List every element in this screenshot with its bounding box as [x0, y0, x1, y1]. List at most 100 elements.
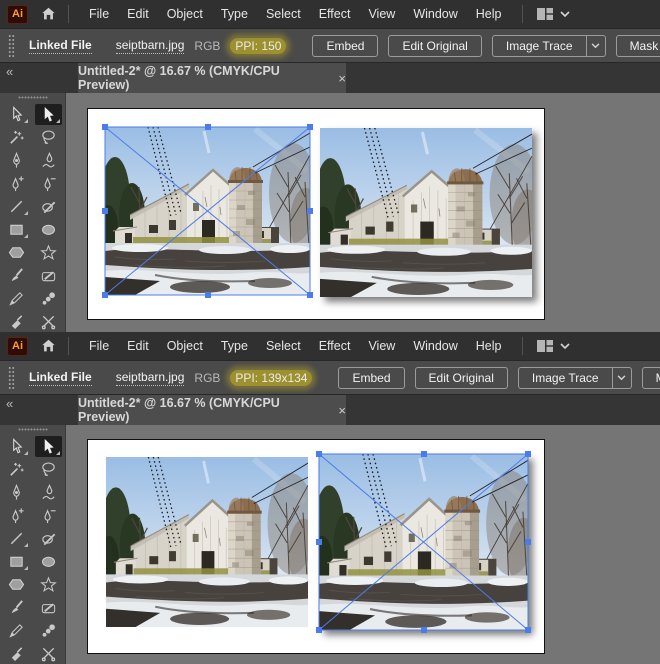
artboard[interactable] — [87, 108, 545, 320]
tool-rectangle[interactable] — [3, 219, 30, 240]
tool-curvature[interactable] — [35, 482, 62, 503]
tool-line-segment[interactable] — [3, 528, 30, 549]
menu-effect[interactable]: Effect — [310, 7, 360, 21]
placed-image-left[interactable] — [106, 457, 308, 627]
document-tab[interactable]: Untitled-2* @ 16.67 % (CMYK/CPU Preview)… — [78, 63, 346, 93]
tool-pen[interactable] — [3, 482, 30, 503]
tool-direct-selection[interactable] — [35, 436, 62, 457]
toolbar-drag-handle[interactable] — [17, 428, 48, 431]
tools-panel — [0, 425, 66, 664]
edit-original-button[interactable]: Edit Original — [388, 34, 482, 57]
tool-delete-anchor-point[interactable] — [35, 173, 62, 194]
tool-line-segment[interactable] — [3, 196, 30, 217]
ellipse-icon — [40, 221, 57, 238]
placed-image-left-selected[interactable] — [102, 124, 313, 298]
tool-smooth[interactable] — [35, 265, 62, 286]
menu-object[interactable]: Object — [158, 7, 212, 21]
tool-ellipse[interactable] — [35, 219, 62, 240]
tool-add-anchor-point[interactable] — [3, 505, 30, 526]
menu-help[interactable]: Help — [467, 7, 511, 21]
tool-lasso[interactable] — [35, 127, 62, 148]
menu-help[interactable]: Help — [467, 339, 511, 353]
menu-effect[interactable]: Effect — [310, 339, 360, 353]
tool-direct-selection[interactable] — [35, 104, 62, 125]
edit-original-button[interactable]: Edit Original — [414, 366, 508, 389]
tool-star[interactable] — [35, 574, 62, 595]
canvas-pasteboard[interactable] — [66, 425, 660, 664]
tool-lasso[interactable] — [35, 459, 62, 480]
tool-blob-brush[interactable] — [35, 620, 62, 641]
menu-edit[interactable]: Edit — [118, 7, 158, 21]
home-button[interactable] — [40, 6, 57, 22]
illustrator-logo[interactable]: Ai — [7, 4, 28, 24]
panel-drag-handle[interactable] — [8, 365, 15, 390]
tab-close-icon[interactable]: × — [338, 403, 346, 418]
image-trace-button[interactable]: Image Trace — [517, 366, 613, 389]
menu-file[interactable]: File — [80, 7, 118, 21]
placed-image-right[interactable] — [320, 128, 532, 297]
menu-window[interactable]: Window — [404, 7, 466, 21]
tool-pencil[interactable] — [3, 288, 30, 309]
embed-button[interactable]: Embed — [312, 34, 379, 57]
tool-pen[interactable] — [3, 150, 30, 171]
linked-filename[interactable]: seiptbarn.jpg — [115, 370, 185, 386]
image-trace-dropdown[interactable] — [586, 34, 606, 57]
menu-view[interactable]: View — [359, 339, 404, 353]
tool-shaper[interactable] — [35, 196, 62, 217]
tool-star[interactable] — [35, 242, 62, 263]
tool-rectangle[interactable] — [3, 551, 30, 572]
tool-selection[interactable] — [3, 104, 30, 125]
tool-ellipse[interactable] — [35, 551, 62, 572]
mask-button[interactable]: Mask — [615, 34, 660, 57]
menu-type[interactable]: Type — [212, 339, 257, 353]
tool-smooth[interactable] — [35, 597, 62, 618]
tool-knife[interactable] — [3, 311, 30, 332]
toolbar-collapse-button[interactable]: « — [6, 64, 13, 79]
linked-file-label[interactable]: Linked File — [29, 38, 92, 54]
menu-type[interactable]: Type — [212, 7, 257, 21]
tool-knife[interactable] — [3, 643, 30, 664]
tool-paintbrush[interactable] — [3, 265, 30, 286]
tool-selection[interactable] — [3, 436, 30, 457]
main-menu: File Edit Object Type Select Effect View… — [80, 7, 511, 21]
workspace-switcher[interactable] — [536, 7, 570, 21]
workspace-switcher[interactable] — [536, 339, 570, 353]
image-trace-dropdown[interactable] — [612, 366, 632, 389]
canvas-pasteboard[interactable] — [66, 93, 660, 332]
tool-shaper[interactable] — [35, 528, 62, 549]
tool-pencil[interactable] — [3, 620, 30, 641]
tool-magic-wand[interactable] — [3, 459, 30, 480]
home-button[interactable] — [40, 338, 57, 354]
placed-image-right-selected[interactable] — [316, 451, 531, 633]
toolbar-collapse-button[interactable]: « — [6, 396, 13, 411]
tool-magic-wand[interactable] — [3, 127, 30, 148]
tab-close-icon[interactable]: × — [338, 71, 346, 86]
document-tab[interactable]: Untitled-2* @ 16.67 % (CMYK/CPU Preview)… — [78, 395, 346, 425]
artboard[interactable] — [87, 439, 545, 654]
linked-filename[interactable]: seiptbarn.jpg — [115, 38, 185, 54]
menu-window[interactable]: Window — [404, 339, 466, 353]
tool-paintbrush[interactable] — [3, 597, 30, 618]
document-tab-title: Untitled-2* @ 16.67 % (CMYK/CPU Preview) — [78, 64, 280, 92]
menu-select[interactable]: Select — [257, 7, 310, 21]
embed-button[interactable]: Embed — [338, 366, 405, 389]
toolbar-drag-handle[interactable] — [17, 96, 48, 99]
tool-scissors[interactable] — [35, 311, 62, 332]
tool-curvature[interactable] — [35, 150, 62, 171]
mask-button[interactable]: Mask — [641, 366, 660, 389]
image-trace-button[interactable]: Image Trace — [491, 34, 587, 57]
menu-edit[interactable]: Edit — [118, 339, 158, 353]
tool-delete-anchor-point[interactable] — [35, 505, 62, 526]
illustrator-logo[interactable]: Ai — [7, 336, 28, 356]
menu-view[interactable]: View — [359, 7, 404, 21]
tool-polygon[interactable] — [3, 242, 30, 263]
linked-file-label[interactable]: Linked File — [29, 370, 92, 386]
tool-polygon[interactable] — [3, 574, 30, 595]
menu-file[interactable]: File — [80, 339, 118, 353]
menu-select[interactable]: Select — [257, 339, 310, 353]
tool-blob-brush[interactable] — [35, 288, 62, 309]
panel-drag-handle[interactable] — [8, 33, 15, 58]
tool-scissors[interactable] — [35, 643, 62, 664]
tool-add-anchor-point[interactable] — [3, 173, 30, 194]
menu-object[interactable]: Object — [158, 339, 212, 353]
